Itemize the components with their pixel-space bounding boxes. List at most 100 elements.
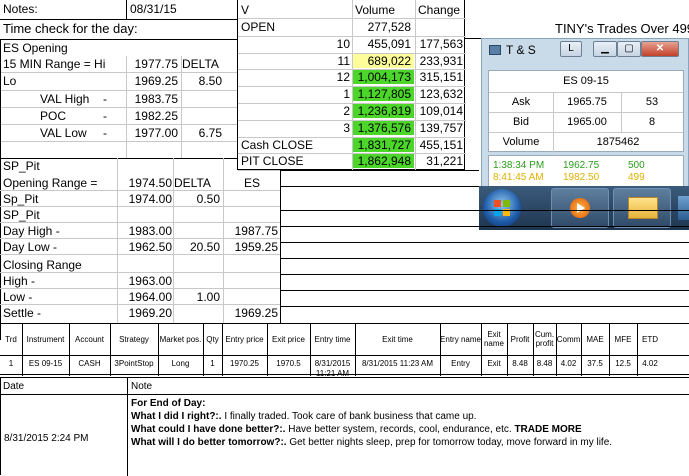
- trade-cell: 37.5: [587, 359, 603, 368]
- gridline: [489, 92, 683, 93]
- column-header[interactable]: Instrument: [22, 335, 69, 344]
- gridline: [126, 56, 127, 158]
- column-header[interactable]: Entry time: [310, 335, 355, 344]
- vol-row-volume: 455,091: [367, 36, 411, 51]
- ts-titlebar[interactable]: T & S L ▁ ▢ ✕: [482, 39, 688, 61]
- divider: [281, 274, 689, 275]
- divider: [280, 170, 281, 324]
- vol-row-hour: 2: [343, 104, 350, 118]
- column-header[interactable]: Account: [69, 335, 110, 344]
- es-label: ES: [244, 176, 261, 190]
- note-header: Note: [131, 381, 153, 392]
- maximize-icon[interactable]: ▢: [617, 41, 641, 57]
- column-header[interactable]: Profit: [507, 335, 533, 344]
- vol-row-change: 315,151: [419, 70, 463, 85]
- column-header[interactable]: Qty: [203, 335, 222, 344]
- divider: [0, 19, 237, 20]
- gridline: [0, 90, 237, 91]
- ts-title: T & S: [506, 43, 536, 57]
- gridline: [489, 112, 683, 113]
- trade-time: 1:38:34 PM: [493, 160, 545, 171]
- answer-2: Have better system, records, cool, endur…: [285, 424, 515, 435]
- volume-row: Cash CLOSE 1,831,727 455,151: [238, 137, 466, 155]
- closing-range-label: Closing Range: [3, 258, 82, 272]
- eod-heading: For End of Day:: [131, 398, 206, 409]
- ask-label: Ask: [511, 96, 531, 108]
- high-label: High -: [3, 274, 36, 288]
- divider: [126, 0, 127, 20]
- taskbar: [479, 186, 689, 230]
- gridline: [181, 56, 182, 158]
- settle-value: 1969.20: [128, 306, 172, 320]
- notes-label: Notes:: [3, 2, 38, 16]
- trade-cell: 4.02: [560, 359, 577, 368]
- column-header[interactable]: MFE: [609, 335, 637, 344]
- divider: [637, 324, 638, 376]
- vol-row-change: 233,931: [419, 53, 463, 68]
- vol-row-volume: 1,236,819: [353, 104, 414, 118]
- opening-range-label: Opening Range =: [3, 176, 98, 190]
- l-button[interactable]: L: [560, 41, 582, 57]
- column-header[interactable]: Entry price: [222, 335, 267, 344]
- trade-cell: CASH: [78, 359, 101, 368]
- divider: [281, 186, 479, 187]
- day-low-delta: 20.50: [189, 240, 220, 254]
- gridline: [117, 158, 118, 323]
- taskbar-partial-icon: [678, 196, 689, 220]
- time-and-sales-window[interactable]: T & S L ▁ ▢ ✕ ES 09-15 Ask 1965.75 53 Bi…: [481, 38, 689, 188]
- divider: [281, 258, 689, 259]
- vol-row-volume: 1,127,805: [353, 87, 414, 102]
- poc-value: 1982.25: [134, 109, 178, 123]
- volume-row: 2 1,236,819 109,014: [238, 103, 466, 121]
- divider: [281, 290, 689, 291]
- gridline: [0, 254, 280, 255]
- column-header[interactable]: Exit price: [267, 335, 310, 344]
- column-header[interactable]: Strategy: [110, 335, 158, 344]
- volume-row: OPEN 277,528: [238, 19, 466, 37]
- answer-1: I finally traded. Took care of bank busi…: [221, 411, 477, 422]
- minimize-icon[interactable]: ▁: [593, 41, 617, 57]
- vol-row-label: Cash CLOSE: [241, 137, 314, 152]
- vol-row-volume: 1,831,727: [353, 137, 414, 152]
- divider: [127, 378, 128, 476]
- divider: [440, 324, 441, 376]
- divider: [581, 324, 582, 376]
- range-hi: 1977.75: [134, 57, 178, 71]
- media-player-taskbar-button[interactable]: [551, 188, 609, 228]
- divider: [110, 324, 111, 376]
- page-title: TINY's Trades Over 499: [555, 21, 689, 36]
- column-header[interactable]: Market pos.: [158, 335, 203, 344]
- vol-row-volume: 277,528: [367, 20, 411, 34]
- trade-table: Trd 1 Instrument ES 09-15 Account CASH Strateg…: [0, 323, 689, 378]
- day-low: 1962.50: [128, 240, 172, 254]
- vol-row-hour: 3: [343, 120, 350, 135]
- column-header[interactable]: Trd: [0, 335, 22, 344]
- column-header[interactable]: Exit time: [355, 335, 440, 344]
- val-low-label: VAL Low: [40, 126, 87, 140]
- vol-row-volume: 1,862,948: [353, 154, 414, 169]
- explorer-taskbar-button[interactable]: [613, 188, 671, 228]
- column-header[interactable]: Exit name: [481, 330, 507, 348]
- divider: [507, 324, 508, 376]
- journal-line-3: What will I do better tomorrow?:. Get be…: [131, 437, 612, 449]
- close-icon[interactable]: ✕: [641, 41, 679, 57]
- sp-pit-label: Sp_Pit: [3, 192, 39, 206]
- day-high-es: 1987.75: [234, 224, 278, 238]
- start-button-icon[interactable]: [483, 189, 521, 227]
- trade-time: 8:41:45 AM: [493, 172, 544, 183]
- gridline: [0, 222, 280, 223]
- volume-row: 3 1,376,576 139,757: [238, 120, 466, 138]
- divider: [281, 170, 479, 171]
- ts-quote-panel: ES 09-15 Ask 1965.75 53 Bid 1965.00 8 Vo…: [488, 70, 684, 153]
- divider: [481, 324, 482, 376]
- column-header[interactable]: Comm: [556, 335, 581, 344]
- column-header[interactable]: Entry name: [440, 335, 481, 344]
- divider: [465, 38, 481, 39]
- column-header[interactable]: Cum. profit: [533, 330, 556, 348]
- divider: [281, 306, 689, 307]
- column-header[interactable]: ETD: [637, 335, 663, 344]
- divider: [310, 324, 311, 376]
- divider: [158, 324, 159, 376]
- divider: [267, 324, 268, 376]
- column-header[interactable]: MAE: [581, 335, 609, 344]
